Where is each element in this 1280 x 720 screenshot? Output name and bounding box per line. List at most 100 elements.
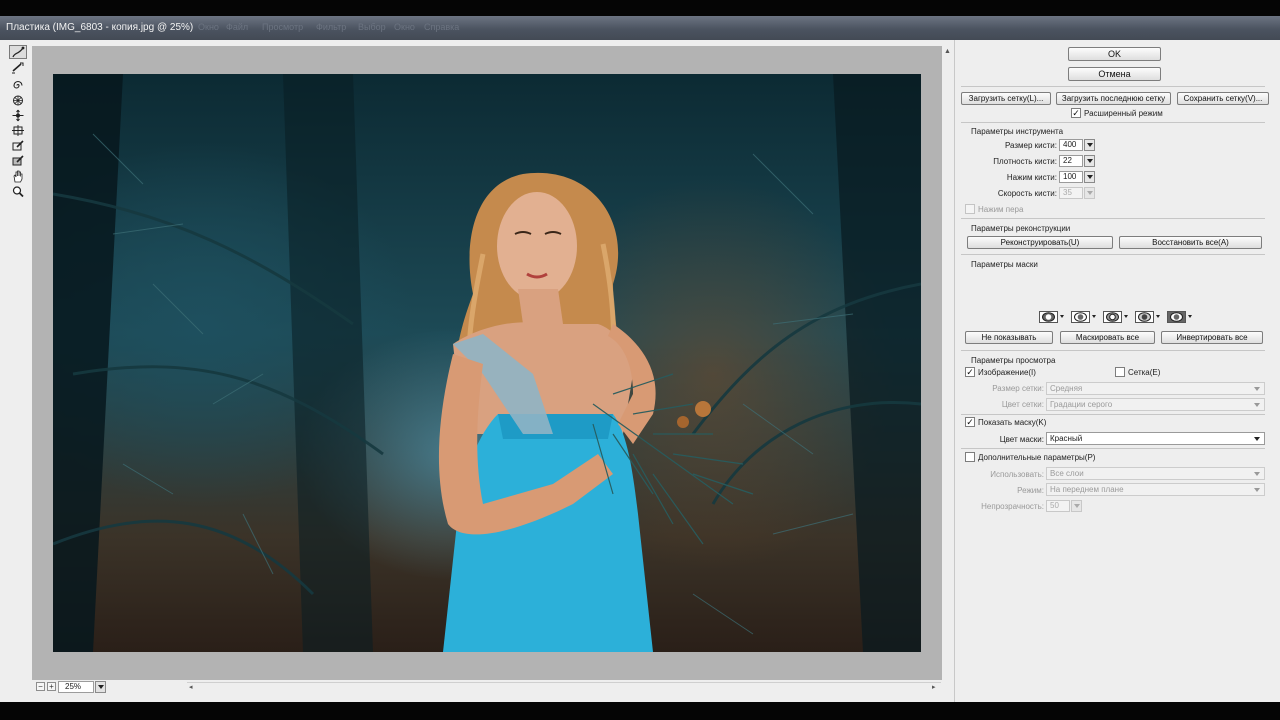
bloat-tool-icon[interactable]	[9, 108, 27, 122]
window-title: Пластика (IMG_6803 - копия.jpg @ 25%)	[6, 22, 194, 33]
backdrop-opacity-input[interactable]: 50	[1046, 500, 1070, 512]
divider	[961, 254, 1265, 255]
horizontal-scrollbar[interactable]: ◂ ▸	[187, 682, 941, 692]
tool-options-title: Параметры инструмента	[971, 127, 1064, 136]
invert-all-button[interactable]: Инвертировать все	[1161, 331, 1263, 344]
show-mask-checkbox[interactable]: ✓	[965, 417, 975, 427]
show-image-checkbox[interactable]: ✓	[965, 367, 975, 377]
chevron-down-icon	[1156, 315, 1160, 318]
backdrop-mode-select[interactable]: На переднем плане	[1046, 483, 1265, 496]
divider	[961, 122, 1265, 123]
mask-subtract-icon[interactable]	[1103, 310, 1129, 323]
zoom-input[interactable]: 25%	[58, 681, 94, 693]
mesh-size-select[interactable]: Средняя	[1046, 382, 1265, 395]
brush-rate-input[interactable]: 35	[1059, 187, 1083, 199]
chevron-down-icon	[1254, 387, 1260, 391]
save-mesh-button[interactable]: Сохранить сетку(V)...	[1177, 92, 1269, 105]
mesh-size-value: Средняя	[1050, 384, 1083, 393]
mask-none-button[interactable]: Не показывать	[965, 331, 1053, 344]
zoom-in-button[interactable]: +	[47, 682, 56, 691]
preview-canvas[interactable]	[32, 46, 942, 680]
mask-replace-icon[interactable]	[1039, 310, 1065, 323]
freeze-mask-tool-icon[interactable]	[9, 138, 27, 152]
menu-ghost-item: Фильтр	[316, 22, 347, 32]
menu-ghost-item: Справка	[424, 22, 460, 32]
scroll-left-arrow-icon[interactable]: ◂	[189, 683, 193, 691]
stylus-pressure-checkbox[interactable]	[965, 204, 975, 214]
load-mesh-button[interactable]: Загрузить сетку(L)...	[961, 92, 1051, 105]
advanced-mode-checkbox[interactable]: ✓	[1071, 108, 1081, 118]
chevron-down-icon	[1188, 315, 1192, 318]
twirl-tool-icon[interactable]	[9, 78, 27, 92]
cancel-button[interactable]: Отмена	[1068, 67, 1161, 81]
reconstruct-options-title: Параметры реконструкции	[971, 224, 1071, 233]
backdrop-opacity-dropdown[interactable]	[1071, 500, 1082, 512]
chevron-down-icon	[1124, 315, 1128, 318]
screen-top-bar	[0, 0, 1280, 16]
mask-add-icon[interactable]	[1071, 310, 1097, 323]
show-mesh-checkbox[interactable]	[1115, 367, 1125, 377]
mask-color-select[interactable]: Красный	[1046, 432, 1265, 445]
title-bar: Пластика (IMG_6803 - копия.jpg @ 25%) Ок…	[0, 16, 1280, 40]
view-options-title: Параметры просмотра	[971, 356, 1056, 365]
divider	[961, 350, 1265, 351]
divider	[961, 448, 1265, 449]
chevron-down-icon	[1254, 437, 1260, 441]
mask-intersect-icon[interactable]	[1135, 310, 1161, 323]
hand-tool-icon[interactable]	[9, 169, 27, 183]
chevron-down-icon	[1254, 488, 1260, 492]
brush-size-dropdown[interactable]	[1084, 139, 1095, 151]
mesh-size-label: Размер сетки:	[992, 384, 1044, 393]
menu-ghost-item: Выбор	[358, 22, 386, 32]
mask-all-button[interactable]: Маскировать все	[1060, 331, 1155, 344]
show-image-label: Изображение(I)	[978, 368, 1036, 377]
scroll-right-arrow-icon[interactable]: ▸	[932, 683, 936, 691]
chevron-down-icon	[1254, 472, 1260, 476]
pucker-tool-icon[interactable]	[9, 93, 27, 107]
zoom-dropdown-button[interactable]	[95, 681, 106, 693]
advanced-mode-label: Расширенный режим	[1084, 109, 1163, 118]
vertical-scrollbar[interactable]: ▲ ▼	[942, 46, 954, 696]
divider	[961, 86, 1265, 87]
chevron-down-icon	[1073, 504, 1080, 508]
show-mask-label: Показать маску(K)	[978, 418, 1047, 427]
brush-rate-dropdown[interactable]	[1084, 187, 1095, 199]
brush-density-label: Плотность кисти:	[993, 157, 1057, 166]
mesh-color-label: Цвет сетки:	[1001, 400, 1044, 409]
push-left-tool-icon[interactable]	[9, 123, 27, 137]
zoom-tool-icon[interactable]	[9, 184, 27, 198]
chevron-down-icon	[97, 685, 104, 689]
backdrop-use-label: Использовать:	[990, 470, 1044, 479]
mesh-color-select[interactable]: Градации серого	[1046, 398, 1265, 411]
brush-density-dropdown[interactable]	[1084, 155, 1095, 167]
preview-image[interactable]	[53, 74, 921, 652]
brush-size-input[interactable]: 400	[1059, 139, 1083, 151]
mask-color-value: Красный	[1050, 434, 1083, 443]
reconstruct-button[interactable]: Реконструировать(U)	[967, 236, 1113, 249]
divider	[961, 218, 1265, 219]
backdrop-options-title: Дополнительные параметры(P)	[978, 453, 1096, 462]
brush-density-input[interactable]: 22	[1059, 155, 1083, 167]
mask-color-label: Цвет маски:	[999, 435, 1044, 444]
backdrop-options-checkbox[interactable]	[965, 452, 975, 462]
thaw-mask-tool-icon[interactable]	[9, 153, 27, 167]
mask-options-title: Параметры маски	[971, 260, 1038, 269]
chevron-down-icon	[1060, 315, 1064, 318]
forward-warp-tool-icon[interactable]	[9, 45, 27, 59]
brush-pressure-dropdown[interactable]	[1084, 171, 1095, 183]
backdrop-mode-value: На переднем плане	[1050, 485, 1124, 494]
mask-invert-icon[interactable]	[1167, 310, 1193, 323]
zoom-bar: − + 25% ◂ ▸	[32, 680, 954, 700]
reconstruct-tool-icon[interactable]	[9, 60, 27, 74]
menu-ghost-item: Окно	[198, 22, 219, 32]
brush-pressure-input[interactable]: 100	[1059, 171, 1083, 183]
scroll-up-arrow-icon[interactable]: ▲	[944, 48, 951, 55]
backdrop-mode-label: Режим:	[1017, 486, 1044, 495]
restore-all-button[interactable]: Восстановить все(A)	[1119, 236, 1262, 249]
backdrop-use-select[interactable]: Все слои	[1046, 467, 1265, 480]
menu-ghost-item: Окно	[394, 22, 415, 32]
zoom-out-button[interactable]: −	[36, 682, 45, 691]
ok-button[interactable]: OK	[1068, 47, 1161, 61]
chevron-down-icon	[1254, 403, 1260, 407]
load-last-mesh-button[interactable]: Загрузить последнюю сетку	[1056, 92, 1171, 105]
